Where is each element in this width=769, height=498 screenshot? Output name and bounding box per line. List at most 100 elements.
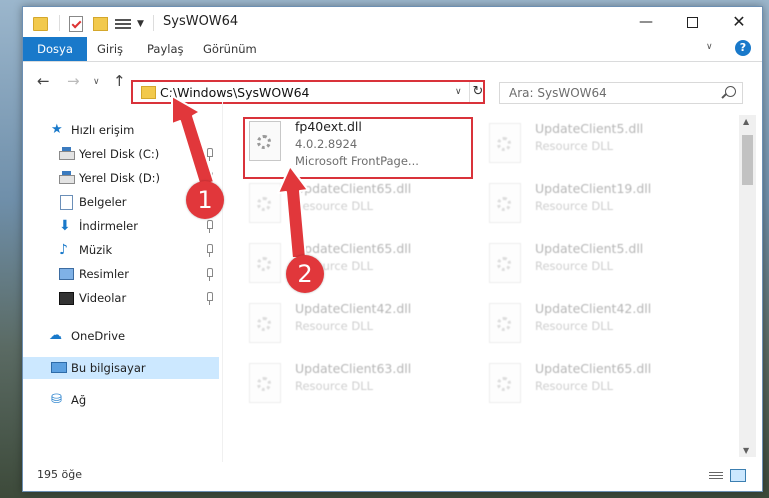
details-view-icon[interactable] — [709, 470, 723, 480]
address-path[interactable]: C:\Windows\SysWOW64 — [160, 85, 309, 100]
up-button[interactable]: ↑ — [113, 72, 126, 90]
list-item[interactable]: UpdateClient42.dll Resource DLL — [485, 299, 715, 357]
view-options-icon[interactable] — [115, 17, 131, 29]
sidebar-item-onedrive[interactable]: ☁ OneDrive — [23, 325, 219, 347]
sidebar-item-this-pc[interactable]: Bu bilgisayar — [23, 357, 219, 379]
sidebar-item-label: Videolar — [79, 291, 127, 305]
chevron-down-icon[interactable]: ∨ — [706, 42, 713, 52]
recent-locations-dropdown-icon[interactable]: ∨ — [93, 77, 100, 87]
computer-icon — [51, 362, 67, 373]
dll-file-icon — [249, 363, 283, 403]
dll-file-icon — [249, 243, 283, 283]
back-button[interactable]: ← — [37, 72, 50, 90]
sidebar-item-label: OneDrive — [71, 329, 126, 343]
cloud-icon: ☁ — [49, 328, 62, 343]
search-box[interactable]: Ara: SysWOW64 — [499, 82, 743, 104]
forward-button[interactable]: → — [67, 72, 80, 90]
dll-file-icon — [489, 303, 523, 343]
file-name: UpdateClient65.dll — [295, 241, 412, 256]
vertical-scrollbar[interactable]: ▲ ▼ — [739, 115, 756, 457]
search-placeholder[interactable]: Ara: SysWOW64 — [509, 86, 607, 100]
quick-access-dropdown-icon[interactable]: ▼ — [137, 19, 151, 35]
sidebar-item-downloads[interactable]: ⬇ İndirmeler — [23, 215, 219, 237]
explorer-window: ▼ SysWOW64 — ✕ Dosya Giriş Paylaş Görünü… — [22, 6, 763, 492]
file-name: UpdateClient42.dll — [535, 301, 652, 316]
file-type: Resource DLL — [535, 199, 614, 213]
sidebar-item-videos[interactable]: Videolar — [23, 287, 219, 309]
sidebar-item-quick-access[interactable]: ★ Hızlı erişim — [23, 119, 219, 141]
highlight-box — [243, 117, 473, 179]
network-icon: ⛁ — [51, 392, 62, 407]
list-item[interactable]: UpdateClient5.dll Resource DLL — [485, 239, 715, 297]
sidebar-item-label: Yerel Disk (D:) — [79, 171, 161, 185]
dll-file-icon — [249, 303, 283, 343]
folder-icon — [141, 86, 156, 99]
pane-divider[interactable] — [222, 102, 223, 462]
disk-icon — [59, 147, 75, 160]
tab-file[interactable]: Dosya — [23, 37, 87, 61]
address-dropdown-icon[interactable]: ∨ — [455, 87, 462, 97]
maximize-button[interactable] — [669, 7, 715, 37]
list-item[interactable]: UpdateClient5.dll Resource DLL — [485, 119, 715, 177]
sidebar-item-disk-d[interactable]: Yerel Disk (D:) — [23, 167, 219, 189]
sidebar-item-pictures[interactable]: Resimler — [23, 263, 219, 285]
file-name: UpdateClient19.dll — [535, 181, 652, 196]
pictures-icon — [59, 268, 74, 280]
new-folder-icon[interactable] — [93, 17, 108, 31]
title-bar: ▼ SysWOW64 — ✕ — [23, 7, 762, 37]
large-icons-view-icon[interactable] — [730, 469, 746, 482]
title-separator — [59, 15, 60, 31]
file-name: UpdateClient63.dll — [295, 361, 412, 376]
file-type: Resource DLL — [295, 319, 374, 333]
sidebar-item-label: İndirmeler — [79, 219, 138, 233]
list-item[interactable]: UpdateClient42.dll Resource DLL — [245, 299, 475, 357]
tab-home[interactable]: Giriş — [97, 37, 123, 61]
list-item[interactable]: UpdateClient19.dll Resource DLL — [485, 179, 715, 237]
dll-file-icon — [249, 183, 283, 223]
close-button[interactable]: ✕ — [716, 7, 762, 37]
navigation-pane: ★ Hızlı erişim Yerel Disk (C:) Yerel Dis… — [23, 115, 223, 455]
sidebar-item-music[interactable]: ♪ Müzik — [23, 239, 219, 261]
list-item[interactable]: UpdateClient65.dll Resource DLL — [245, 179, 475, 237]
dll-file-icon — [489, 123, 523, 163]
pin-icon[interactable] — [207, 220, 213, 233]
list-item[interactable]: UpdateClient65.dll Resource DLL — [245, 239, 475, 297]
scroll-down-icon[interactable]: ▼ — [743, 446, 749, 455]
list-item[interactable]: UpdateClient63.dll Resource DLL — [245, 359, 475, 417]
help-icon[interactable]: ? — [735, 40, 751, 56]
refresh-button[interactable]: ↻ — [469, 82, 486, 102]
pin-icon[interactable] — [207, 292, 213, 305]
file-type: Resource DLL — [295, 199, 374, 213]
address-bar[interactable]: C:\Windows\SysWOW64 ∨ ↻ — [131, 80, 485, 104]
sidebar-item-label: Resimler — [79, 267, 129, 281]
pin-icon[interactable] — [207, 268, 213, 281]
scrollbar-thumb[interactable] — [742, 135, 753, 185]
pin-icon[interactable] — [207, 172, 213, 185]
callout-badge-1: 1 — [186, 181, 224, 219]
minimize-button[interactable]: — — [623, 7, 669, 37]
star-icon: ★ — [51, 122, 63, 137]
properties-icon[interactable] — [69, 16, 83, 32]
pin-icon[interactable] — [207, 244, 213, 257]
file-type: Resource DLL — [535, 379, 614, 393]
status-bar: 195 öğe — [23, 463, 762, 489]
tab-share[interactable]: Paylaş — [147, 37, 184, 61]
sidebar-item-network[interactable]: ⛁ Ağ — [23, 389, 219, 411]
search-icon[interactable] — [725, 86, 736, 97]
file-type: Resource DLL — [535, 139, 614, 153]
navigation-bar: ← → ∨ ↑ C:\Windows\SysWOW64 ∨ ↻ Ara: Sys… — [23, 62, 762, 104]
downloads-icon: ⬇ — [59, 218, 71, 234]
callout-badge-2: 2 — [286, 255, 324, 293]
file-name: UpdateClient5.dll — [535, 121, 644, 136]
pin-icon[interactable] — [207, 148, 213, 161]
ribbon-tabs: Dosya Giriş Paylaş Görünüm ∨ ? — [23, 37, 762, 62]
folder-icon — [33, 17, 48, 31]
tab-view[interactable]: Görünüm — [203, 37, 257, 61]
window-title: SysWOW64 — [163, 14, 239, 29]
file-name: UpdateClient42.dll — [295, 301, 412, 316]
sidebar-item-disk-c[interactable]: Yerel Disk (C:) — [23, 143, 219, 165]
sidebar-item-label: Müzik — [79, 243, 113, 257]
dll-file-icon — [489, 363, 523, 403]
list-item[interactable]: UpdateClient65.dll Resource DLL — [485, 359, 715, 417]
scroll-up-icon[interactable]: ▲ — [743, 117, 749, 126]
